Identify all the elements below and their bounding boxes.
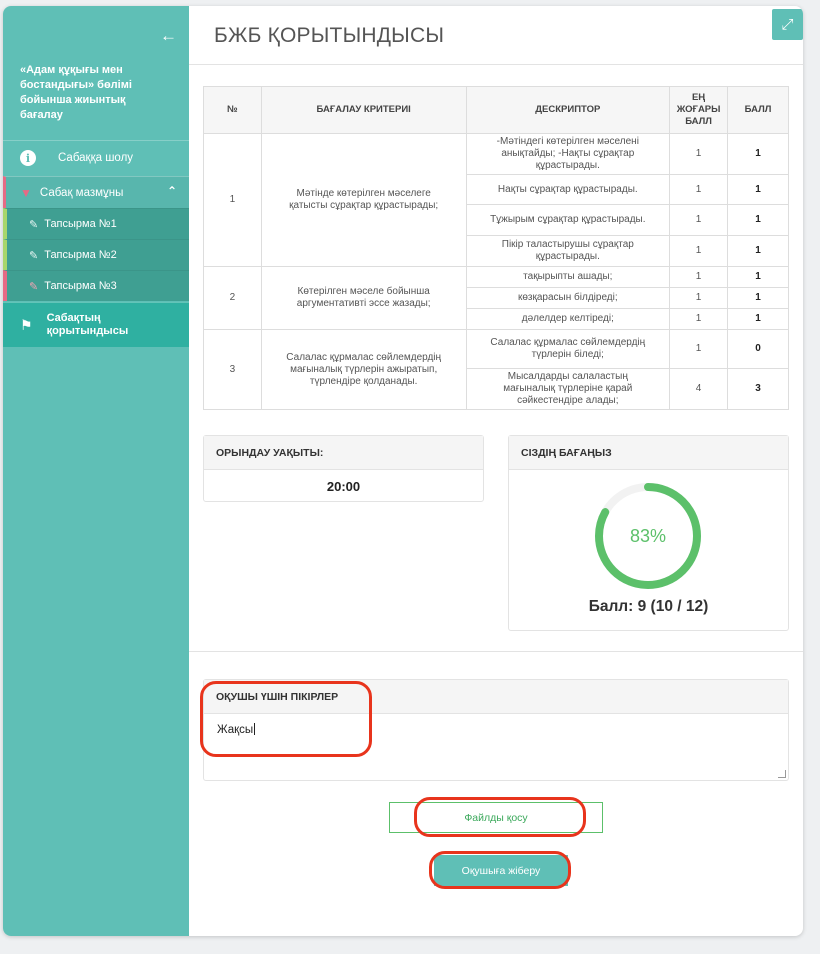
divider — [189, 64, 803, 65]
flag-icon: ⚑ — [20, 316, 33, 333]
app-window: ← «Адам құқығы мен бостандығы» бөлімі бо… — [3, 6, 803, 936]
cell-criterion: Мәтінде көтерілген мәселеге қатысты сұра… — [260, 133, 467, 267]
cell-score: 1 — [727, 308, 789, 330]
send-to-student-button[interactable]: Оқушыға жіберу — [434, 855, 568, 886]
resize-handle[interactable] — [778, 770, 786, 778]
sidebar-item-task-1[interactable]: ✎ Тапсырма №1 — [3, 208, 189, 239]
chevron-up-icon[interactable]: ⌃ — [167, 184, 177, 198]
header-number: № — [203, 86, 262, 134]
header-score: БАЛЛ — [727, 86, 789, 134]
grade-label: СІЗДІҢ БАҒАҢЫЗ — [509, 436, 788, 470]
grade-percent: 83% — [629, 525, 667, 546]
cell-descriptor: Салалас құрмалас сөйлемдердің түрлерін б… — [465, 329, 671, 369]
back-arrow-icon[interactable]: ← — [160, 26, 177, 46]
sidebar-item-task-3[interactable]: ✎ Тапсырма №3 — [3, 270, 189, 301]
cell-score: 0 — [727, 329, 789, 369]
cell-max-score: 1 — [669, 204, 729, 236]
cell-score: 1 — [727, 204, 789, 236]
sidebar-item-label: Сабақ мазмұны — [39, 186, 124, 199]
sidebar-item-overview[interactable]: i Сабаққа шолу — [3, 140, 189, 175]
text-caret — [254, 723, 256, 735]
header-criteria: БАҒАЛАУ КРИТЕРИІ — [260, 86, 467, 134]
edit-icon: ✎ — [29, 280, 39, 293]
cell-descriptor: -Мәтіндегі көтерілген мәселені анықтайды… — [465, 133, 671, 175]
table-header-row: № БАҒАЛАУ КРИТЕРИІ ДЕСКРИПТОР ЕҢ ЖОҒАРЫ … — [203, 86, 789, 134]
grade-score: Балл: 9 (10 / 12) — [588, 598, 709, 615]
sidebar: ← «Адам құқығы мен бостандығы» бөлімі бо… — [3, 6, 189, 936]
cell-score: 1 — [727, 174, 789, 205]
comments-value: Жақсы — [217, 724, 254, 736]
cell-number: 2 — [203, 266, 262, 330]
cell-descriptor: Тұжырым сұрақтар құрастырады. — [465, 204, 671, 236]
table-row: 2 Көтерілген мәселе бойынша аргументатив… — [203, 266, 789, 330]
cell-score: 3 — [727, 368, 789, 410]
cell-max-score: 4 — [669, 368, 729, 410]
cell-descriptor: Мысалдарды салаластың мағыналық түрлерін… — [465, 368, 671, 410]
cell-number: 1 — [203, 133, 262, 267]
cell-score: 1 — [727, 235, 789, 267]
sidebar-item-label: Тапсырма №1 — [44, 218, 117, 230]
expand-icon[interactable]: ⤢ — [772, 9, 803, 40]
sidebar-item-results[interactable]: ⚑ Сабақтың қорытындысы — [3, 302, 189, 347]
time-panel: ОРЫНДАУ УАҚЫТЫ: 20:00 — [203, 435, 484, 502]
graduation-cap-icon: ▼ — [20, 185, 32, 200]
table-row: 1 Мәтінде көтерілген мәселеге қатысты сұ… — [203, 133, 789, 267]
comments-panel: ОҚУШЫ ҮШІН ПІКІРЛЕР Жақсы — [203, 679, 789, 781]
course-title: «Адам құқығы мен бостандығы» бөлімі бойы… — [20, 64, 132, 121]
edit-icon: ✎ — [29, 218, 39, 231]
cell-number: 3 — [203, 329, 262, 410]
cell-descriptor: Пікір таластырушы сұрақтар құрастырады. — [465, 235, 671, 267]
cell-max-score: 1 — [669, 329, 729, 369]
time-label: ОРЫНДАУ УАҚЫТЫ: — [204, 436, 483, 470]
cell-descriptor: тақырыпты ашады; — [465, 266, 671, 288]
cell-max-score: 1 — [669, 308, 729, 330]
cell-criterion: Көтерілген мәселе бойынша аргументативті… — [260, 266, 467, 330]
cell-descriptor: дәлелдер келтіреді; — [465, 308, 671, 330]
add-file-button[interactable]: Файлды қосу — [389, 802, 603, 833]
cell-descriptor: көзқарасын білдіреді; — [465, 287, 671, 309]
cell-max-score: 1 — [669, 266, 729, 288]
info-icon: i — [20, 150, 36, 166]
table-row: 3 Салалас құрмалас сөйлемдердің мағыналы… — [203, 329, 789, 410]
cell-score: 1 — [727, 287, 789, 309]
edit-icon: ✎ — [29, 249, 39, 262]
header-max-score: ЕҢ ЖОҒАРЫ БАЛЛ — [669, 86, 729, 134]
table-body: 1 Мәтінде көтерілген мәселеге қатысты сұ… — [203, 133, 789, 410]
cell-max-score: 1 — [669, 174, 729, 205]
sidebar-item-label: Тапсырма №3 — [44, 280, 117, 292]
time-value: 20:00 — [326, 479, 361, 494]
comments-label: ОҚУШЫ ҮШІН ПІКІРЛЕР — [204, 680, 788, 714]
cell-max-score: 1 — [669, 287, 729, 309]
sidebar-item-label: Сабаққа шолу — [58, 152, 134, 164]
main-content: БЖБ ҚОРЫТЫНДЫСЫ ⤢ № БАҒАЛАУ КРИТЕРИІ ДЕС… — [189, 6, 803, 936]
divider — [189, 651, 803, 652]
cell-descriptor: Нақты сұрақтар құрастырады. — [465, 174, 671, 205]
cell-max-score: 1 — [669, 235, 729, 267]
comments-textarea[interactable]: Жақсы — [204, 714, 788, 745]
cell-max-score: 1 — [669, 133, 729, 175]
grading-table: № БАҒАЛАУ КРИТЕРИІ ДЕСКРИПТОР ЕҢ ЖОҒАРЫ … — [203, 86, 789, 410]
sidebar-item-content[interactable]: ▼ Сабақ мазмұны ⌃ — [3, 176, 189, 208]
header-descriptor: ДЕСКРИПТОР — [465, 86, 671, 134]
cell-score: 1 — [727, 266, 789, 288]
cell-criterion: Салалас құрмалас сөйлемдердің мағыналық … — [260, 329, 467, 410]
page-title: БЖБ ҚОРЫТЫНДЫСЫ — [214, 24, 445, 47]
sidebar-item-task-2[interactable]: ✎ Тапсырма №2 — [3, 239, 189, 270]
grade-panel: СІЗДІҢ БАҒАҢЫЗ 83% Балл: 9 (10 / 12) — [508, 435, 789, 631]
cell-score: 1 — [727, 133, 789, 175]
sidebar-item-label: Тапсырма №2 — [44, 249, 117, 261]
sidebar-item-label: Сабақтың қорытындысы — [46, 312, 129, 337]
